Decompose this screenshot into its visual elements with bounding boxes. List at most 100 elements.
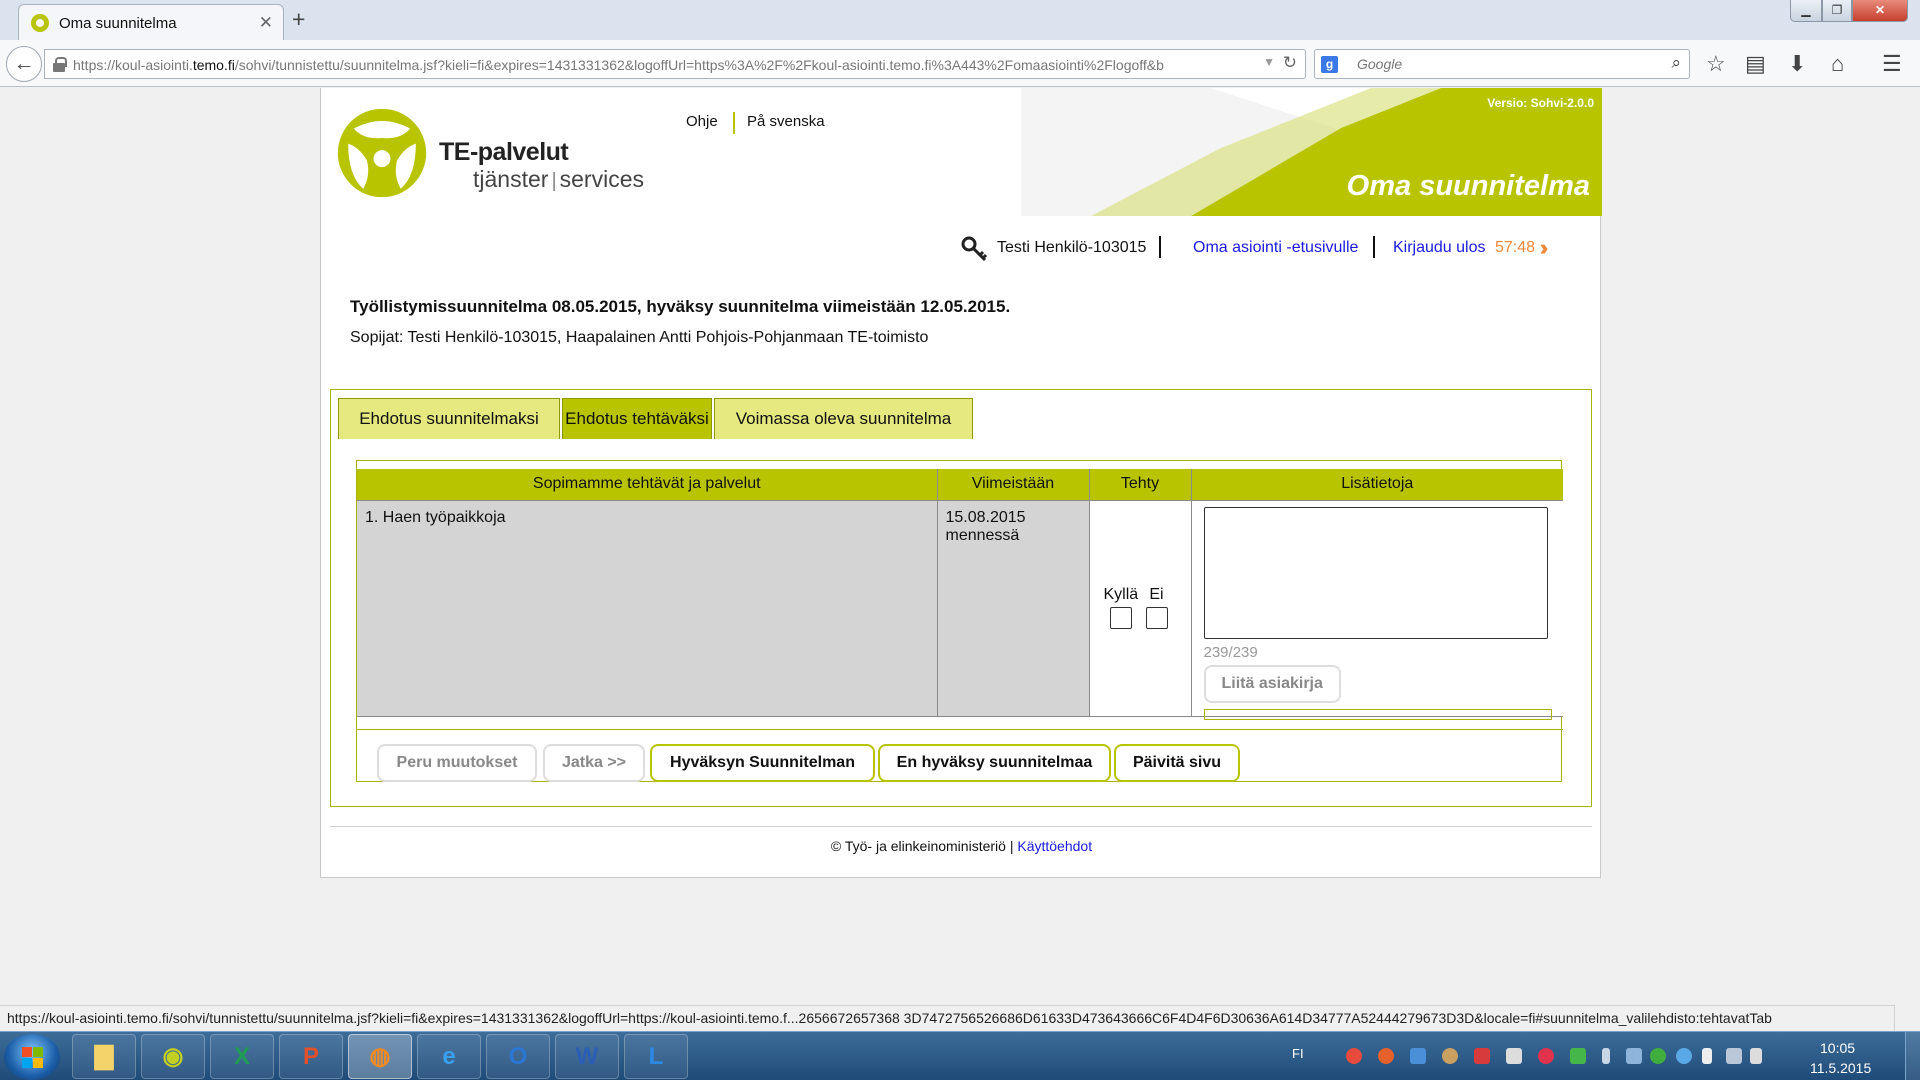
done-yes-checkbox[interactable] <box>1109 606 1132 629</box>
bookmarks-list-icon[interactable]: ▤ <box>1745 52 1766 76</box>
done-no-group: Ei <box>1145 585 1168 629</box>
session-timer: 57:48 <box>1495 239 1536 256</box>
refresh-page-button[interactable]: Päivitä sivu <box>1114 744 1240 782</box>
bookmark-star-icon[interactable]: ☆ <box>1706 52 1726 76</box>
site-header: TE-palvelut tjänster | services Ohje På sv… <box>321 88 1602 216</box>
done-cell: Kyllä Ei <box>1088 499 1191 717</box>
accept-plan-button[interactable]: Hyväksyn Suunnitelman <box>650 744 875 782</box>
continue-button[interactable]: Jatka >> <box>543 744 645 782</box>
search-placeholder: Google <box>1357 56 1403 72</box>
internet-explorer-taskbar-icon[interactable]: e <box>417 1034 481 1079</box>
site-footer: © Työ- ja elinkeinoministeriö | Käyttöeh… <box>321 838 1602 854</box>
copyright-text: © Työ- ja elinkeinoministeriö <box>830 838 1006 854</box>
additional-info-textarea[interactable] <box>1203 506 1548 639</box>
deadline-date: 15.08.2015 <box>945 508 1026 526</box>
google-search-engine-icon[interactable]: g <box>1321 56 1338 73</box>
tray-update-icon[interactable] <box>1378 1048 1394 1064</box>
address-bar[interactable]: https://koul-asiointi.temo.fi/sohvi/tunn… <box>44 49 1306 79</box>
help-link[interactable]: Ohje <box>686 113 718 130</box>
column-header-done: Tehty <box>1088 469 1191 500</box>
brand-sub-left: tjänster <box>473 166 549 192</box>
version-label: Versio: Sohvi-2.0.0 <box>1487 96 1594 110</box>
cancel-changes-button[interactable]: Peru muutokset <box>377 744 537 782</box>
wifi-icon[interactable] <box>1676 1048 1692 1064</box>
brand-title: TE-palvelut <box>439 138 569 166</box>
done-no-label: Ei <box>1149 585 1164 603</box>
outlook-taskbar-icon[interactable]: O <box>486 1034 550 1079</box>
tray-app-icon[interactable] <box>1474 1048 1490 1064</box>
home-page-link[interactable]: Oma asiointi -etusivulle <box>1193 239 1358 257</box>
userbar-separator <box>1373 236 1375 258</box>
page-container: TE-palvelut tjänster | services Ohje På sv… <box>320 88 1602 878</box>
windows-logo-icon <box>22 1047 44 1069</box>
action-center-flag-icon[interactable] <box>1702 1048 1712 1064</box>
browser-status-bar: https://koul-asiointi.temo.fi/sohvi/tunn… <box>0 1005 1895 1031</box>
reload-icon[interactable]: ↻ <box>1283 53 1297 73</box>
page-title: Oma suunnitelma <box>1346 170 1590 202</box>
lock-icon <box>53 57 67 72</box>
header-link-separator <box>733 112 735 134</box>
clock-time[interactable]: 10:05 <box>1820 1040 1855 1056</box>
tray-devices-icon[interactable] <box>1626 1048 1642 1064</box>
window-minimize-button[interactable]: ▁ <box>1790 0 1822 22</box>
input-language-indicator[interactable]: FI <box>1292 1046 1304 1061</box>
te-favicon-icon <box>31 14 49 32</box>
te-palvelut-logo <box>337 108 427 198</box>
brand-subtitle: tjänster | services <box>473 166 644 193</box>
network-icon[interactable] <box>1726 1048 1742 1064</box>
tray-display-icon[interactable] <box>1410 1048 1426 1064</box>
done-no-checkbox[interactable] <box>1145 606 1168 629</box>
task-name: 1. Haen työpaikkoja <box>365 508 506 526</box>
powerpoint-taskbar-icon[interactable]: P <box>279 1034 343 1079</box>
tab-current-plan[interactable]: Voimassa oleva suunnitelma <box>714 398 973 439</box>
terms-of-use-link[interactable]: Käyttöehdot <box>1017 838 1092 854</box>
lync-taskbar-icon[interactable]: L <box>624 1034 688 1079</box>
search-bar[interactable]: g Google ⌕ <box>1314 49 1690 79</box>
attach-document-button[interactable]: Liitä asiakirja <box>1203 664 1341 703</box>
word-taskbar-icon[interactable]: W <box>555 1034 619 1079</box>
new-tab-button[interactable]: + <box>292 6 305 33</box>
tab-plan-proposal[interactable]: Ehdotus suunnitelmaksi <box>338 398 560 439</box>
footer-divider <box>330 826 1592 827</box>
swedish-language-link[interactable]: På svenska <box>747 113 825 130</box>
tab-task-proposal[interactable]: Ehdotus tehtäväksi <box>562 398 712 439</box>
start-button[interactable] <box>4 1034 60 1080</box>
logout-link[interactable]: Kirjaudu ulos <box>1393 239 1486 257</box>
plan-parties: Sopijat: Testi Henkilö-103015, Haapalain… <box>350 329 929 346</box>
search-magnifier-icon[interactable]: ⌕ <box>1671 53 1681 73</box>
window-maximize-button[interactable]: ❐ <box>1822 0 1852 22</box>
tray-app-icon[interactable] <box>1506 1048 1522 1064</box>
url-path: /sohvi/tunnistettu/suunnitelma.jsf?kieli… <box>234 57 1164 73</box>
volume-icon[interactable] <box>1750 1048 1762 1064</box>
excel-taskbar-icon[interactable]: X <box>210 1034 274 1079</box>
window-close-button[interactable]: ✕ <box>1852 0 1908 22</box>
reject-plan-button[interactable]: En hyväksy suunnitelmaa <box>878 744 1111 782</box>
menu-hamburger-icon[interactable]: ☰ <box>1882 52 1902 76</box>
tray-app-icon[interactable] <box>1346 1048 1362 1064</box>
firefox-taskbar-icon[interactable]: ◍ <box>348 1034 412 1079</box>
downloads-icon[interactable]: ⬇ <box>1788 52 1806 76</box>
system-tray: FI <box>1290 1032 1800 1080</box>
te-palvelut-taskbar-icon[interactable]: ◉ <box>141 1034 205 1079</box>
close-tab-icon[interactable]: ✕ <box>259 13 273 33</box>
tray-app-icon[interactable] <box>1538 1048 1554 1064</box>
tray-sync-icon[interactable] <box>1650 1048 1666 1064</box>
task-cell: 1. Haen työpaikkoja <box>357 499 937 717</box>
back-arrow-icon[interactable]: ← <box>6 46 42 82</box>
url-text[interactable]: https://koul-asiointi.temo.fi/sohvi/tunn… <box>73 57 1263 73</box>
show-desktop-button[interactable] <box>1905 1032 1920 1080</box>
browser-tab-active[interactable]: Oma suunnitelma ✕ <box>18 4 284 41</box>
home-icon[interactable]: ⌂ <box>1831 52 1844 76</box>
tray-app-icon[interactable] <box>1442 1048 1458 1064</box>
bluetooth-icon[interactable] <box>1602 1048 1610 1064</box>
column-header-tasks: Sopimamme tehtävät ja palvelut <box>357 469 937 500</box>
file-explorer-taskbar-icon[interactable]: ▇ <box>72 1034 136 1079</box>
clock-date[interactable]: 11.5.2015 <box>1810 1060 1871 1076</box>
brand-sub-right: services <box>559 166 644 192</box>
url-domain: temo.fi <box>192 57 235 73</box>
deadline-suffix: mennessä <box>945 526 1020 544</box>
tray-app-icon[interactable] <box>1570 1048 1586 1064</box>
url-history-dropdown-icon[interactable]: ▼ <box>1263 55 1275 69</box>
windows-taskbar: ▇ ◉ X P ◍ e O W L FI 10:05 11.5.2015 <box>0 1031 1920 1080</box>
done-yes-group: Kyllä <box>1104 586 1138 629</box>
